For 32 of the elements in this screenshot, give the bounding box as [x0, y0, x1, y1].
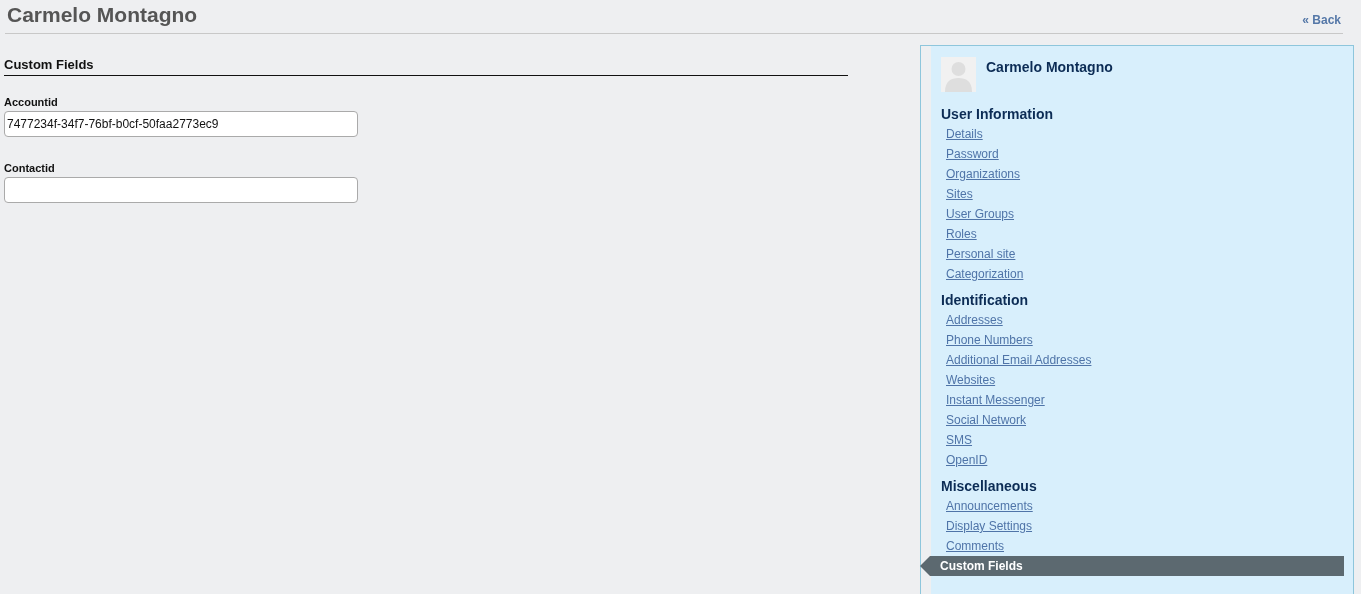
sidebar-link[interactable]: SMS — [946, 430, 972, 450]
back-link[interactable]: « Back — [1302, 13, 1341, 27]
sidebar-link[interactable]: Phone Numbers — [946, 330, 1033, 350]
field-label: Contactid — [4, 162, 56, 174]
sidebar-link[interactable]: Categorization — [946, 264, 1024, 284]
page-title: Carmelo Montagno — [6, 3, 198, 27]
sidebar-link[interactable]: Announcements — [946, 496, 1033, 516]
sidebar-link[interactable]: Additional Email Addresses — [946, 350, 1092, 370]
field-label: Accountid — [4, 96, 59, 108]
section-heading: Identification — [941, 292, 1030, 308]
user-name: Carmelo Montagno — [986, 59, 1113, 77]
input-field[interactable] — [4, 177, 358, 203]
sidebar-link[interactable]: Addresses — [946, 310, 1003, 330]
avatar-icon — [941, 57, 976, 92]
sidebar-link[interactable]: Personal site — [946, 244, 1016, 264]
sidebar-link[interactable]: Display Settings — [946, 516, 1033, 536]
sidebar-link[interactable]: Roles — [946, 224, 977, 244]
sidebar-link[interactable]: Comments — [946, 536, 1004, 556]
sidebar-link[interactable]: Websites — [946, 370, 996, 390]
sidebar-link[interactable]: Details — [946, 124, 983, 144]
sidebar-link[interactable]: Social Network — [946, 410, 1027, 430]
sidebar-link[interactable]: OpenID — [946, 450, 988, 470]
sidebar-link[interactable]: Organizations — [946, 164, 1021, 184]
sidebar-link[interactable]: Instant Messenger — [946, 390, 1045, 410]
sidebar-item[interactable]: Custom Fields — [920, 556, 1344, 576]
section-title: Custom Fields — [4, 57, 848, 76]
sidebar-link[interactable]: Password — [946, 144, 999, 164]
input-field[interactable]: 7477234f-34f7-76bf-b0cf-50faa2773ec9 — [4, 111, 358, 137]
sidebar-link[interactable]: User Groups — [946, 204, 1015, 224]
section-heading: Miscellaneous — [941, 478, 1038, 494]
sidebar-link[interactable]: Sites — [946, 184, 973, 204]
section-heading: User Information — [941, 106, 1054, 122]
